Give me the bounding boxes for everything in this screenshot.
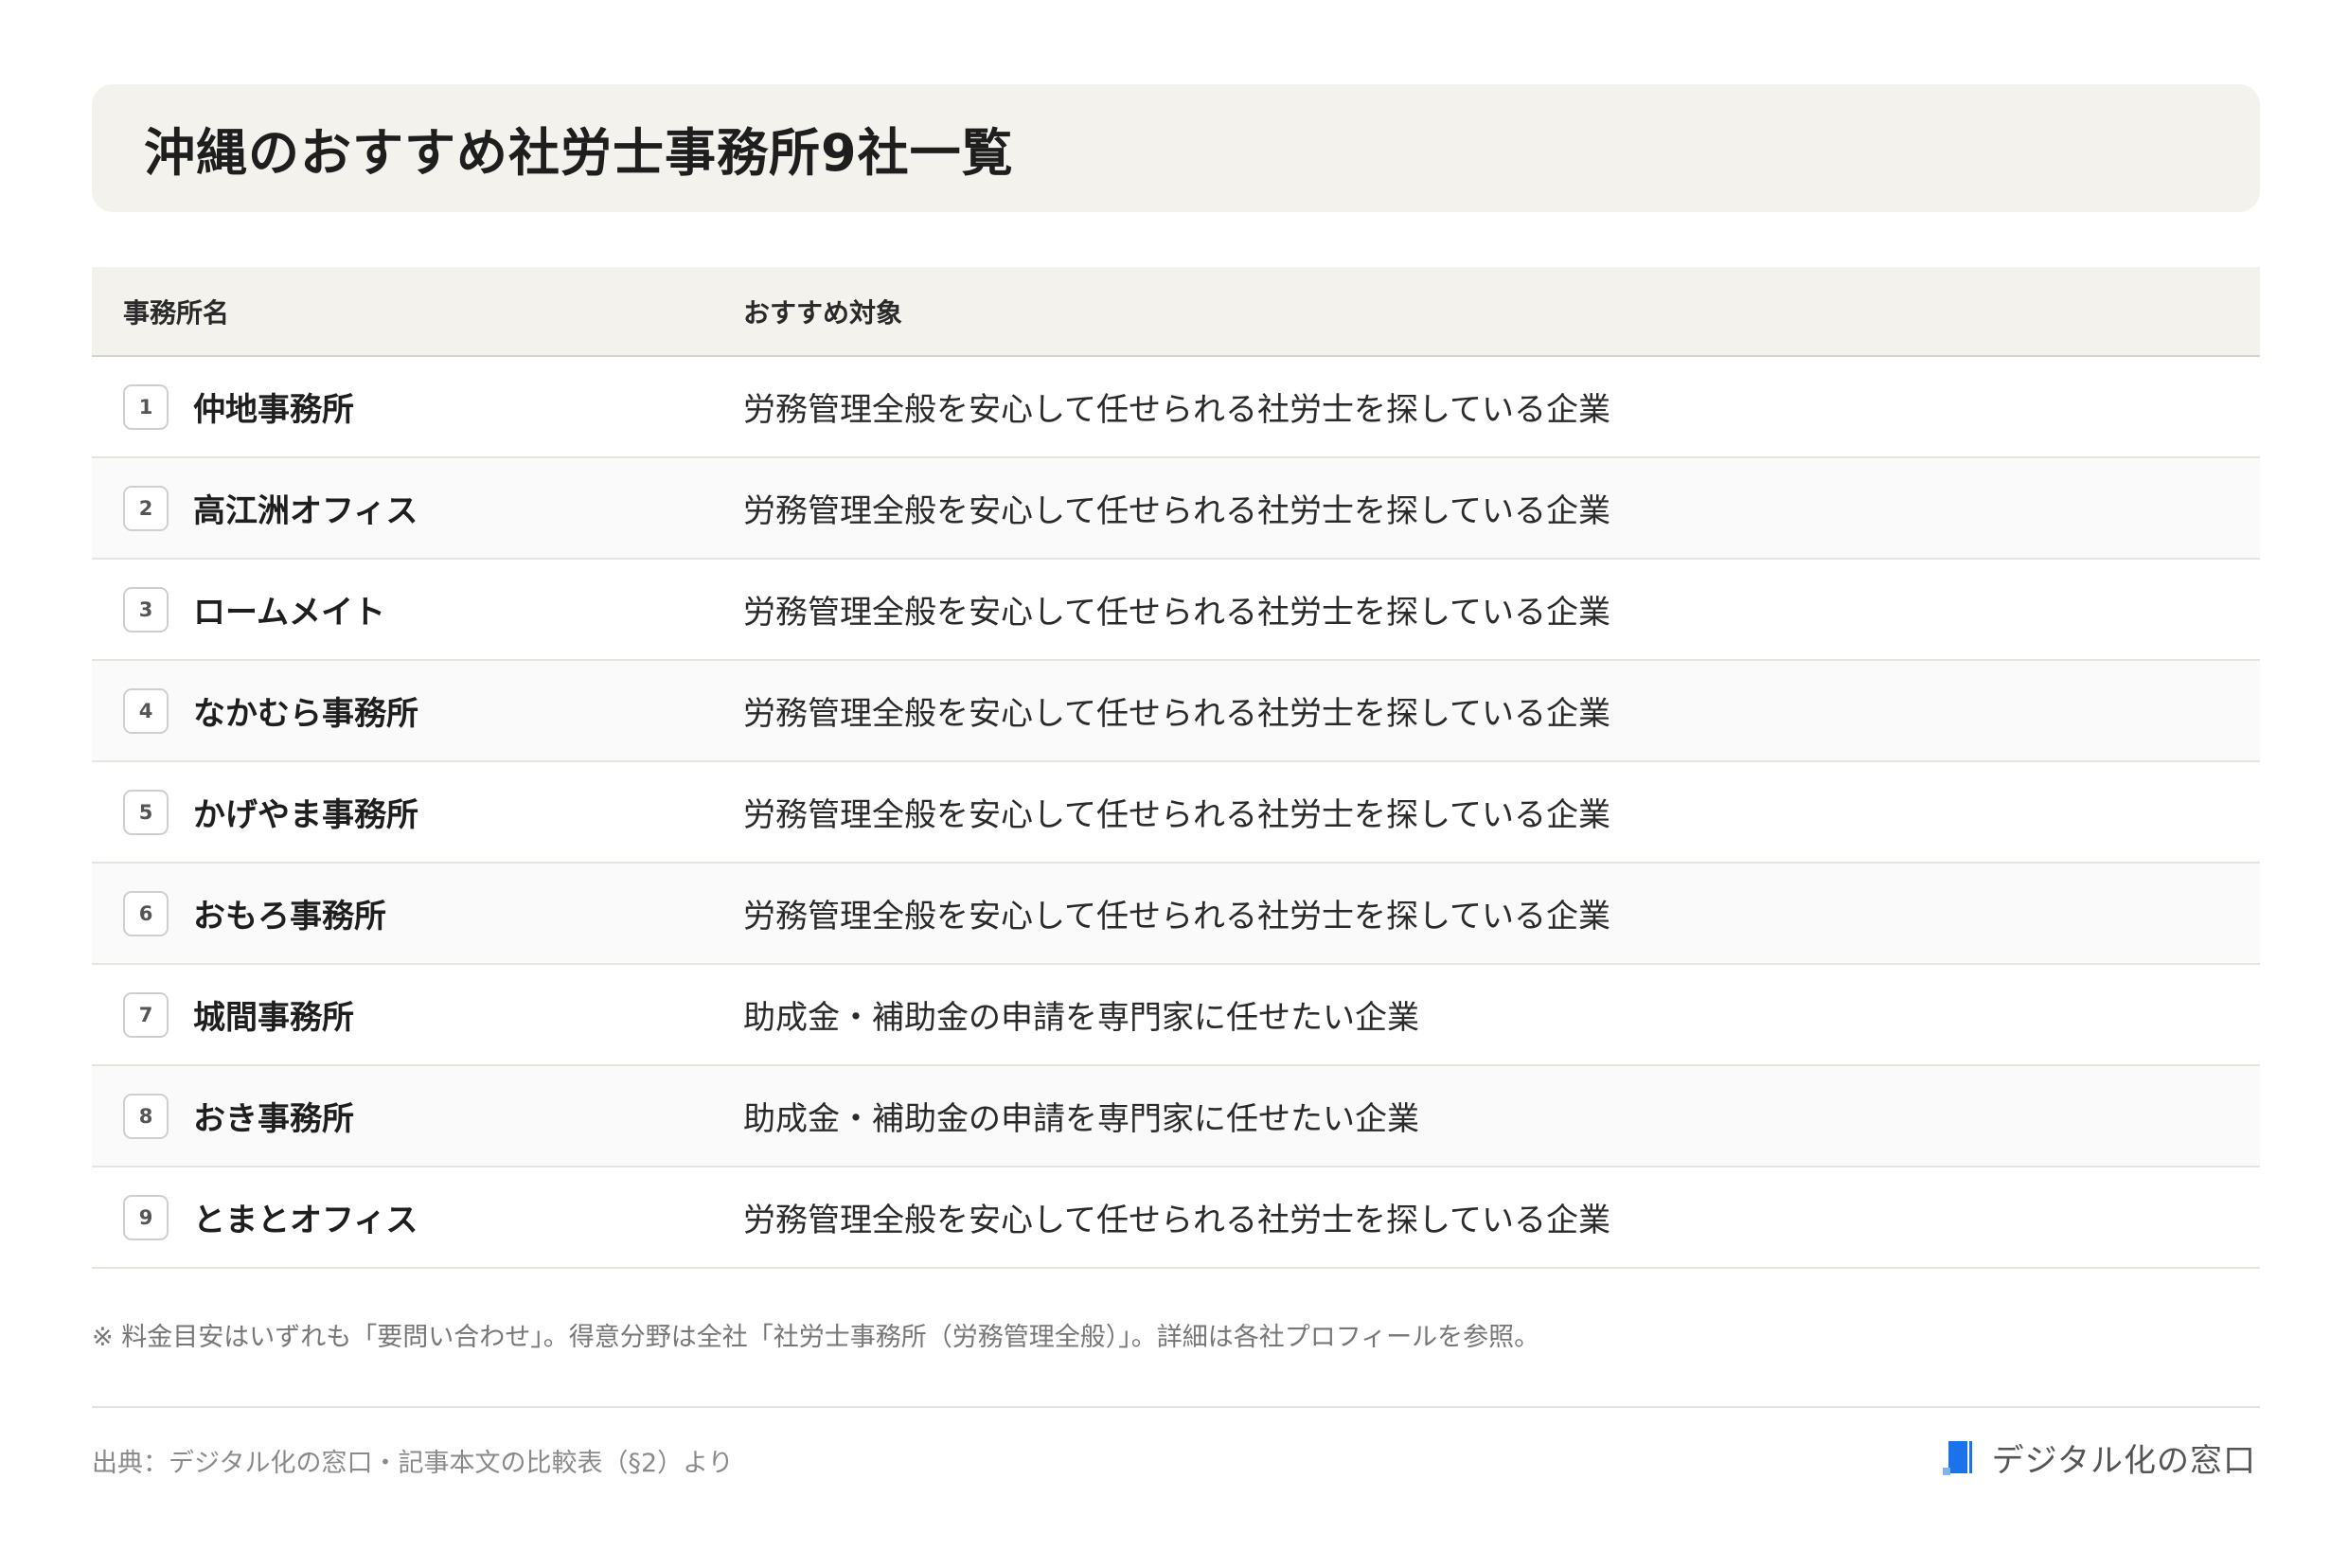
office-cell: 4 なかむら事務所 [92, 687, 743, 734]
office-name: 城間事務所 [193, 999, 354, 1037]
table-row: 1 仲地事務所 労務管理全般を安心して任せられる社労士を探している企業 [92, 357, 2260, 458]
rank-badge: 9 [123, 1194, 169, 1240]
office-cell: 2 高江洲オフィス [92, 485, 743, 531]
document-logo-icon [1942, 1440, 1972, 1475]
table-row: 3 ロームメイト 労務管理全般を安心して任せられる社労士を探している企業 [92, 560, 2260, 661]
office-cell: 3 ロームメイト [92, 586, 743, 633]
office-cell: 9 とまとオフィス [92, 1194, 743, 1240]
recommended-target: 労務管理全般を安心して任せられる社労士を探している企業 [743, 695, 1610, 733]
table-row: 5 かげやま事務所 労務管理全般を安心して任せられる社労士を探している企業 [92, 762, 2260, 864]
rank-badge: 7 [123, 991, 169, 1038]
office-name: とまとオフィス [193, 1202, 418, 1239]
source-credit: 出典：デジタル化の窓口・記事本文の比較表（§2）より [92, 1449, 734, 1478]
office-name: 仲地事務所 [193, 391, 354, 429]
rank-badge: 4 [123, 687, 169, 734]
table-row: 6 おもろ事務所 労務管理全般を安心して任せられる社労士を探している企業 [92, 864, 2260, 965]
table-header: 事務所名 おすすめ対象 [92, 267, 2260, 357]
brand-name: デジタル化の窓口 [1991, 1442, 2256, 1480]
page-title: 沖縄のおすすめ社労士事務所9社一覧 [144, 123, 1014, 183]
recommended-target: 労務管理全般を安心して任せられる社労士を探している企業 [743, 391, 1610, 429]
table-row: 4 なかむら事務所 労務管理全般を安心して任せられる社労士を探している企業 [92, 661, 2260, 762]
footer-divider [92, 1406, 2260, 1408]
office-name: ロームメイト [193, 594, 385, 632]
office-name: かげやま事務所 [193, 796, 418, 834]
office-table: 事務所名 おすすめ対象 1 仲地事務所 労務管理全般を安心して任せられる社労士を… [92, 267, 2260, 1269]
rank-badge: 3 [123, 586, 169, 633]
rank-badge: 2 [123, 485, 169, 531]
title-banner: 沖縄のおすすめ社労士事務所9社一覧 [92, 84, 2260, 212]
office-cell: 7 城間事務所 [92, 991, 743, 1038]
table-row: 9 とまとオフィス 労務管理全般を安心して任せられる社労士を探している企業 [92, 1167, 2260, 1269]
recommended-target: 助成金・補助金の申請を専門家に任せたい企業 [743, 1100, 1419, 1138]
office-cell: 8 おき事務所 [92, 1093, 743, 1139]
office-cell: 1 仲地事務所 [92, 383, 743, 430]
rank-badge: 5 [123, 789, 169, 835]
office-name: おもろ事務所 [193, 898, 386, 935]
rank-badge: 8 [123, 1093, 169, 1139]
rank-badge: 6 [123, 890, 169, 936]
recommended-target: 労務管理全般を安心して任せられる社労士を探している企業 [743, 898, 1610, 935]
table-row: 2 高江洲オフィス 労務管理全般を安心して任せられる社労士を探している企業 [92, 458, 2260, 560]
header-office-name: 事務所名 [123, 296, 230, 329]
recommended-target: 労務管理全般を安心して任せられる社労士を探している企業 [743, 594, 1610, 632]
header-recommended-target: おすすめ対象 [743, 296, 903, 329]
rank-badge: 1 [123, 383, 169, 430]
office-name: 高江洲オフィス [193, 492, 418, 530]
table-row: 7 城間事務所 助成金・補助金の申請を専門家に任せたい企業 [92, 965, 2260, 1066]
recommended-target: 労務管理全般を安心して任せられる社労士を探している企業 [743, 796, 1610, 834]
office-cell: 6 おもろ事務所 [92, 890, 743, 936]
table-row: 8 おき事務所 助成金・補助金の申請を専門家に任せたい企業 [92, 1066, 2260, 1167]
recommended-target: 労務管理全般を安心して任せられる社労士を探している企業 [743, 492, 1610, 530]
office-name: おき事務所 [193, 1100, 354, 1138]
recommended-target: 労務管理全般を安心して任せられる社労士を探している企業 [743, 1202, 1610, 1239]
office-name: なかむら事務所 [193, 695, 418, 733]
office-cell: 5 かげやま事務所 [92, 789, 743, 835]
brand-logo: デジタル化の窓口 [1941, 1434, 2256, 1481]
recommended-target: 助成金・補助金の申請を専門家に任せたい企業 [743, 999, 1419, 1037]
footnote: ※ 料金目安はいずれも「要問い合わせ」。得意分野は全社「社労士事務所（労務管理全… [92, 1323, 1540, 1352]
